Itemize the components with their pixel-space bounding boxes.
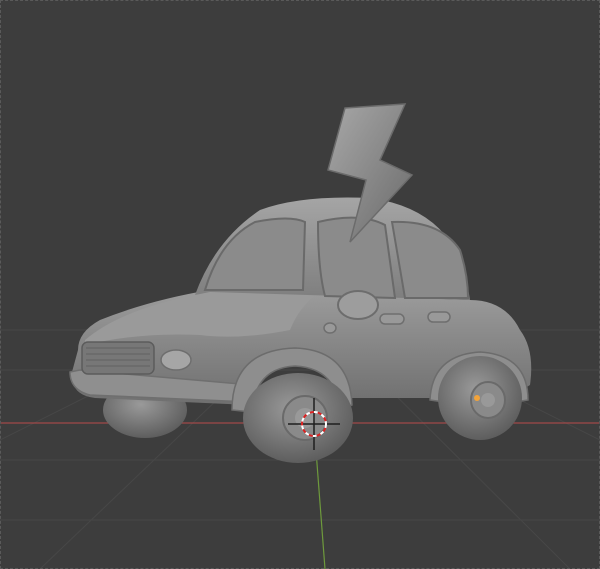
viewport-canvas[interactable]: [0, 0, 600, 569]
3d-viewport[interactable]: [0, 0, 600, 569]
object-origin-icon: [474, 395, 480, 401]
car-model[interactable]: [69, 197, 532, 464]
